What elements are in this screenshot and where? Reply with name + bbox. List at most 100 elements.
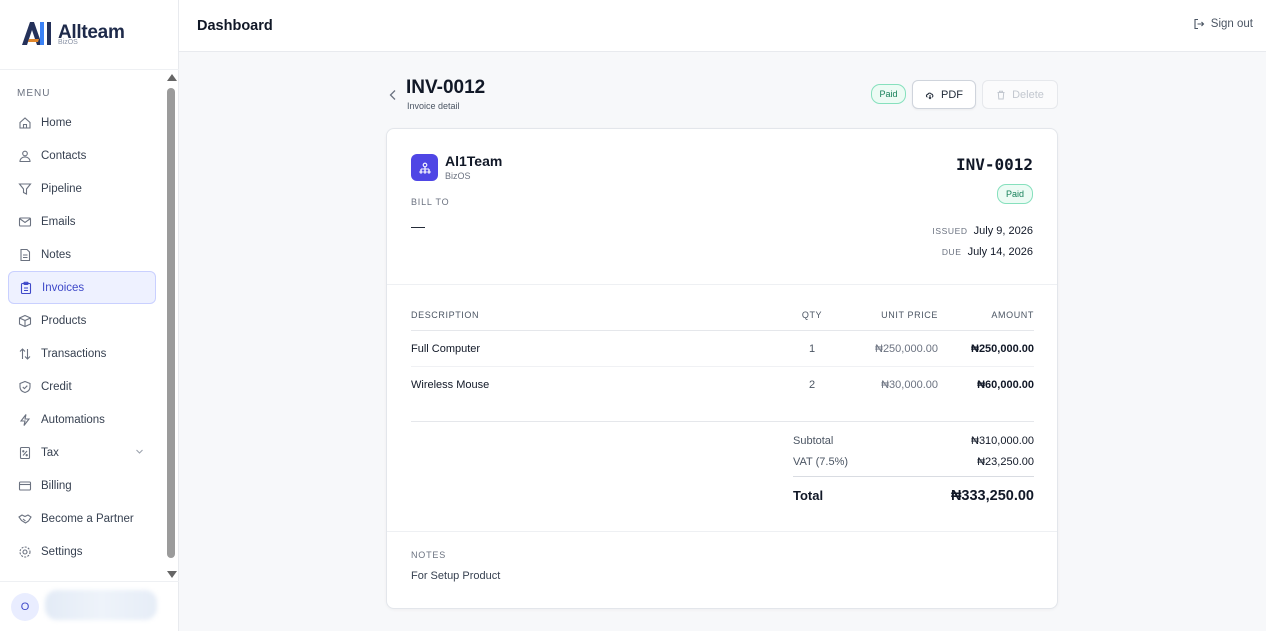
scroll-down-arrow-icon[interactable] bbox=[167, 571, 177, 578]
notes-value: For Setup Product bbox=[411, 570, 501, 582]
sidebar-item-transactions[interactable]: Transactions bbox=[8, 337, 156, 370]
note-icon bbox=[18, 248, 32, 262]
total-row: Total ₦333,250.00 bbox=[793, 488, 1034, 504]
sidebar-item-automations[interactable]: Automations bbox=[8, 403, 156, 436]
brand-sub: BizOS bbox=[58, 39, 78, 46]
chevron-down-icon[interactable] bbox=[135, 447, 144, 456]
card-icon bbox=[18, 479, 32, 493]
divider bbox=[793, 476, 1034, 477]
shield-icon bbox=[18, 380, 32, 394]
clipboard-icon bbox=[19, 281, 33, 295]
col-description: DESCRIPTION bbox=[411, 310, 480, 320]
due-date-row: DUE July 14, 2026 bbox=[942, 246, 1033, 258]
total-value: ₦333,250.00 bbox=[950, 488, 1034, 504]
company-sub: BizOS bbox=[445, 171, 471, 181]
gear-icon bbox=[18, 545, 32, 559]
brand-logo[interactable]: Allteam BizOS bbox=[20, 19, 125, 47]
subtotal-label: Subtotal bbox=[793, 435, 834, 447]
invoice-number-heading: INV-0012 bbox=[406, 77, 486, 98]
company-name: Al1Team bbox=[445, 153, 503, 169]
sign-out-label: Sign out bbox=[1210, 18, 1253, 30]
allteam-logo-mark-icon bbox=[20, 19, 56, 47]
col-amount: AMOUNT bbox=[991, 310, 1034, 320]
table-header: DESCRIPTION QTY UNIT PRICE AMOUNT bbox=[411, 302, 1034, 331]
item-unit-price: ₦30,000.00 bbox=[881, 379, 938, 391]
sidebar-item-label: Invoices bbox=[42, 281, 85, 294]
pdf-label: PDF bbox=[941, 88, 963, 101]
table-row: Wireless Mouse 2 ₦30,000.00 ₦60,000.00 bbox=[411, 367, 1034, 403]
pdf-button[interactable]: PDF bbox=[912, 80, 976, 109]
due-label: DUE bbox=[941, 247, 962, 257]
sign-out-icon bbox=[1193, 18, 1205, 30]
sidebar-item-billing[interactable]: Billing bbox=[8, 469, 156, 502]
item-description: Full Computer bbox=[411, 343, 481, 355]
sidebar-item-contacts[interactable]: Contacts bbox=[8, 139, 156, 172]
user-profile[interactable]: O bbox=[0, 581, 179, 631]
invoice-number: INV-0012 bbox=[955, 155, 1033, 174]
sidebar-item-label: Notes bbox=[41, 248, 72, 261]
mail-icon bbox=[18, 215, 32, 229]
sidebar-item-become-partner[interactable]: Become a Partner bbox=[8, 502, 156, 535]
contacts-icon bbox=[18, 149, 32, 163]
item-qty: 1 bbox=[808, 343, 816, 355]
trash-icon bbox=[996, 90, 1006, 100]
item-amount: ₦250,000.00 bbox=[971, 343, 1034, 355]
sidebar-item-settings[interactable]: Settings bbox=[8, 535, 156, 568]
delete-label: Delete bbox=[1012, 88, 1044, 101]
bolt-icon bbox=[18, 413, 32, 427]
sidebar-item-credit[interactable]: Credit bbox=[8, 370, 156, 403]
col-unit-price: UNIT PRICE bbox=[881, 310, 938, 320]
total-label: Total bbox=[793, 488, 824, 503]
item-description: Wireless Mouse bbox=[411, 379, 490, 391]
sidebar-item-label: Tax bbox=[41, 446, 59, 459]
sidebar-item-emails[interactable]: Emails bbox=[8, 205, 156, 238]
back-chevron-icon[interactable] bbox=[388, 88, 398, 100]
invoice-subtitle: Invoice detail bbox=[407, 101, 460, 111]
vat-label: VAT (7.5%) bbox=[793, 456, 849, 468]
sidebar-item-label: Automations bbox=[41, 413, 105, 426]
sign-out-button[interactable]: Sign out bbox=[1193, 18, 1253, 30]
sidebar-item-label: Transactions bbox=[41, 347, 107, 360]
scroll-thumb[interactable] bbox=[167, 88, 175, 558]
topbar: Dashboard Sign out bbox=[179, 0, 1266, 52]
sidebar-item-notes[interactable]: Notes bbox=[8, 238, 156, 271]
box-icon bbox=[18, 314, 32, 328]
divider bbox=[0, 69, 179, 70]
bill-to-label: BILL TO bbox=[411, 197, 450, 207]
sidebar-item-tax[interactable]: Tax bbox=[8, 436, 156, 469]
sidebar-item-label: Billing bbox=[41, 479, 72, 492]
scroll-up-arrow-icon[interactable] bbox=[167, 74, 177, 81]
sidebar-nav: Home Contacts Pipeline Emails Notes Invo… bbox=[8, 106, 156, 568]
sidebar-item-label: Products bbox=[41, 314, 87, 327]
divider bbox=[411, 421, 1034, 422]
sidebar-item-home[interactable]: Home bbox=[8, 106, 156, 139]
sidebar: Allteam BizOS MENU Home Contacts Pipelin… bbox=[0, 0, 179, 631]
home-icon bbox=[18, 116, 32, 130]
delete-button[interactable]: Delete bbox=[982, 80, 1058, 109]
sidebar-scrollbar[interactable] bbox=[164, 71, 178, 581]
user-info-redacted bbox=[45, 590, 157, 620]
invoice-card: Al1Team BizOS BILL TO — INV-0012 Paid IS… bbox=[386, 128, 1058, 609]
col-qty: QTY bbox=[801, 310, 823, 320]
item-unit-price: ₦250,000.00 bbox=[875, 343, 938, 355]
divider bbox=[387, 284, 1057, 285]
company-logo-icon bbox=[411, 154, 438, 181]
sidebar-item-label: Pipeline bbox=[41, 182, 82, 195]
sidebar-item-label: Become a Partner bbox=[41, 512, 134, 525]
sidebar-item-products[interactable]: Products bbox=[8, 304, 156, 337]
sidebar-item-invoices[interactable]: Invoices bbox=[8, 271, 156, 304]
sidebar-item-label: Credit bbox=[41, 380, 72, 393]
vat-row: VAT (7.5%) ₦23,250.00 bbox=[793, 456, 1034, 468]
sidebar-item-label: Settings bbox=[41, 545, 83, 558]
sidebar-item-label: Home bbox=[41, 116, 72, 129]
divider bbox=[387, 531, 1057, 532]
bill-to-value: — bbox=[411, 218, 425, 234]
due-date: July 14, 2026 bbox=[967, 246, 1033, 258]
tax-icon bbox=[18, 446, 32, 460]
page-title: Dashboard bbox=[197, 18, 273, 34]
issued-date: July 9, 2026 bbox=[973, 225, 1033, 237]
item-qty: 2 bbox=[808, 379, 816, 391]
cloud-download-icon bbox=[925, 90, 935, 100]
sidebar-item-pipeline[interactable]: Pipeline bbox=[8, 172, 156, 205]
avatar[interactable]: O bbox=[11, 593, 39, 621]
